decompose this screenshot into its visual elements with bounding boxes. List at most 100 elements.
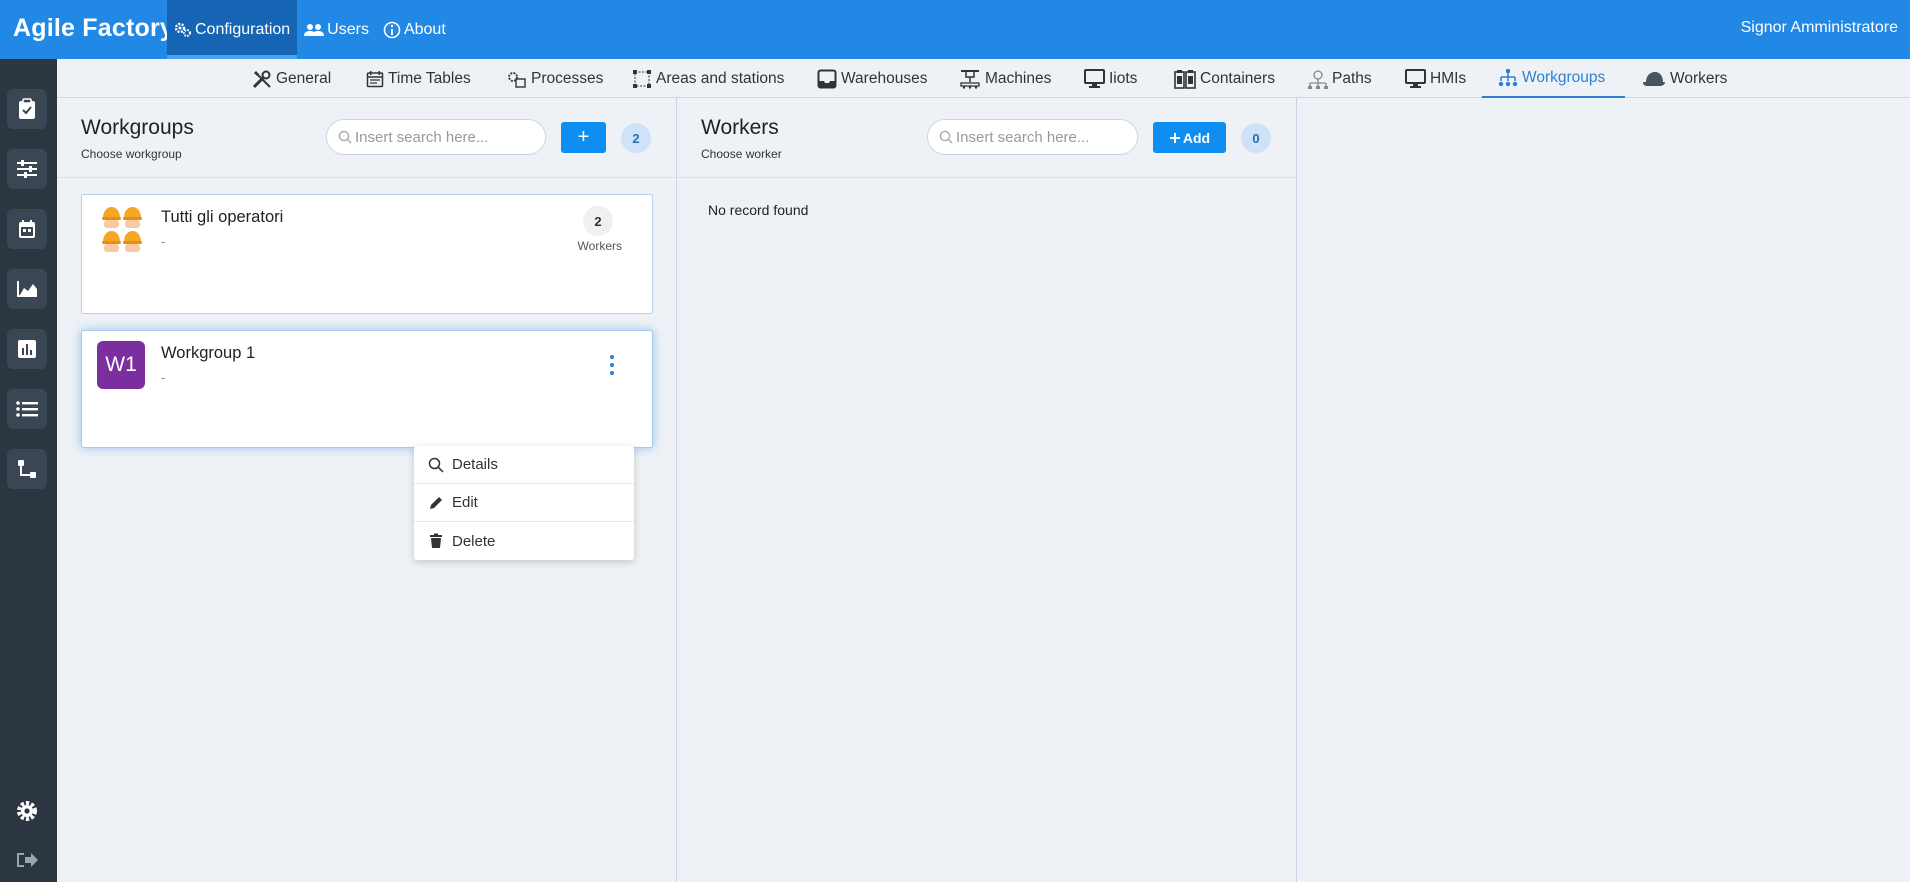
tab-general-label: General: [276, 69, 332, 87]
tab-general[interactable]: General: [252, 59, 331, 98]
workgroup-worker-count-label: Workers: [577, 239, 622, 253]
sidebar-settings-button[interactable]: [10, 794, 44, 828]
nav-configuration[interactable]: Configuration: [167, 0, 298, 59]
search-icon: [428, 457, 444, 473]
containers-icon: [1174, 69, 1196, 89]
area-icon: [633, 69, 651, 88]
menu-edit-label: Edit: [452, 494, 478, 511]
bar-chart-icon: [18, 340, 36, 358]
tab-processes-label: Processes: [531, 69, 604, 87]
sidebar-tasks-button[interactable]: [7, 89, 47, 129]
workgroup-card[interactable]: W1 Workgroup 1 -: [81, 330, 653, 448]
tab-iiots[interactable]: Iiots: [1084, 59, 1137, 98]
calendar-icon: [366, 70, 384, 87]
sidebar-bar-chart-button[interactable]: [7, 329, 47, 369]
app-title[interactable]: Agile Factory: [13, 14, 174, 43]
workgroups-search-input[interactable]: [355, 128, 515, 146]
menu-delete-label: Delete: [452, 532, 496, 550]
tab-paths[interactable]: Paths: [1306, 59, 1372, 98]
workgroup-description: -: [161, 234, 166, 249]
monitor-icon: [1084, 69, 1105, 88]
workgroups-icon: [1498, 68, 1518, 86]
sidebar-list-button[interactable]: [7, 389, 47, 429]
sidebar-flow-button[interactable]: [7, 449, 47, 489]
workers-empty-message: No record found: [708, 202, 809, 218]
tab-iiots-label: Iiots: [1109, 69, 1138, 87]
workgroups-title: Workgroups: [81, 116, 194, 139]
tab-hmis[interactable]: HMIs: [1405, 59, 1466, 98]
clipboard-check-icon: [19, 98, 35, 119]
tab-workgroups-label: Workgroups: [1522, 68, 1606, 86]
tab-machines-label: Machines: [985, 69, 1052, 87]
workgroups-panel: Workgroups Choose workgroup + 2 Tutti gl…: [57, 98, 677, 882]
pencil-icon: [430, 496, 442, 509]
add-worker-button[interactable]: Add: [1153, 122, 1226, 153]
tab-processes[interactable]: Processes: [507, 59, 603, 98]
calendar-icon: [19, 220, 35, 238]
workers-count-badge: 0: [1241, 123, 1271, 153]
sidebar-area-chart-button[interactable]: [7, 269, 47, 309]
trash-icon: [430, 533, 442, 548]
plus-icon: [1169, 132, 1180, 143]
workers-search: [927, 119, 1138, 155]
tab-time-tables[interactable]: Time Tables: [366, 59, 471, 98]
workgroups-header: Workgroups Choose workgroup + 2: [57, 98, 676, 178]
workers-title: Workers: [701, 116, 779, 139]
workgroup-description: -: [161, 370, 166, 385]
logout-icon: [17, 853, 38, 867]
tab-areas-and-stations[interactable]: Areas and stations: [632, 59, 784, 98]
sidebar-sliders-button[interactable]: [7, 149, 47, 189]
sidebar-calendar-button[interactable]: [7, 209, 47, 249]
nav-users[interactable]: Users: [297, 0, 376, 59]
search-icon: [939, 130, 953, 144]
workers-subtitle: Choose worker: [701, 147, 782, 161]
area-chart-icon: [17, 281, 37, 297]
tab-workgroups[interactable]: Workgroups: [1482, 59, 1625, 98]
menu-details-label: Details: [452, 456, 498, 473]
machine-icon: [960, 69, 980, 89]
tools-icon: [252, 70, 271, 88]
tab-machines[interactable]: Machines: [959, 59, 1051, 98]
menu-edit[interactable]: Edit: [414, 484, 634, 522]
list-icon: [16, 401, 38, 417]
tab-containers-label: Containers: [1200, 69, 1275, 87]
sidebar-logout-button[interactable]: [10, 843, 44, 877]
helmet-icon: [1643, 71, 1665, 86]
workgroup-options-icon[interactable]: [608, 355, 616, 375]
tab-paths-label: Paths: [1332, 69, 1372, 87]
tab-time-tables-label: Time Tables: [388, 69, 471, 87]
monitor-icon: [1405, 69, 1426, 88]
user-name[interactable]: Signor Amministratore: [1741, 19, 1898, 37]
sliders-icon: [17, 160, 37, 178]
tab-containers[interactable]: Containers: [1174, 59, 1275, 98]
add-workgroup-button[interactable]: +: [561, 122, 606, 153]
menu-details[interactable]: Details: [414, 446, 634, 484]
nav-about[interactable]: About: [376, 0, 453, 59]
add-workgroup-label: +: [577, 126, 590, 148]
gear-icon: [17, 801, 37, 821]
info-icon: [383, 21, 401, 38]
workgroup-context-menu: Details Edit Delete: [414, 446, 634, 560]
tab-warehouses[interactable]: Warehouses: [817, 59, 927, 98]
tab-warehouses-label: Warehouses: [841, 69, 928, 87]
nav-configuration-label: Configuration: [195, 20, 291, 38]
workgroup-name: Tutti gli operatori: [161, 208, 284, 226]
workgroups-subtitle: Choose workgroup: [81, 147, 182, 161]
search-icon: [338, 130, 352, 144]
workgroups-search: [326, 119, 546, 155]
gears-icon: [174, 22, 191, 37]
menu-delete[interactable]: Delete: [414, 522, 634, 560]
workgroup-avatar: W1: [97, 341, 145, 389]
top-bar: Agile Factory Configuration Users About …: [0, 0, 1910, 59]
workers-panel: Workers Choose worker Add 0 No record fo…: [677, 98, 1297, 882]
config-tabs: General Time Tables Processes Areas and …: [57, 59, 1910, 98]
workgroup-name: Workgroup 1: [161, 344, 256, 362]
add-worker-label: Add: [1182, 129, 1211, 146]
workgroup-card[interactable]: Tutti gli operatori - 2 Workers: [81, 194, 653, 314]
workers-search-input[interactable]: [956, 128, 1116, 146]
flow-icon: [18, 460, 36, 478]
workgroups-count-badge: 2: [621, 123, 651, 153]
tab-workers[interactable]: Workers: [1642, 59, 1727, 98]
operators-avatar-icon: [102, 207, 142, 252]
paths-icon: [1308, 69, 1328, 89]
